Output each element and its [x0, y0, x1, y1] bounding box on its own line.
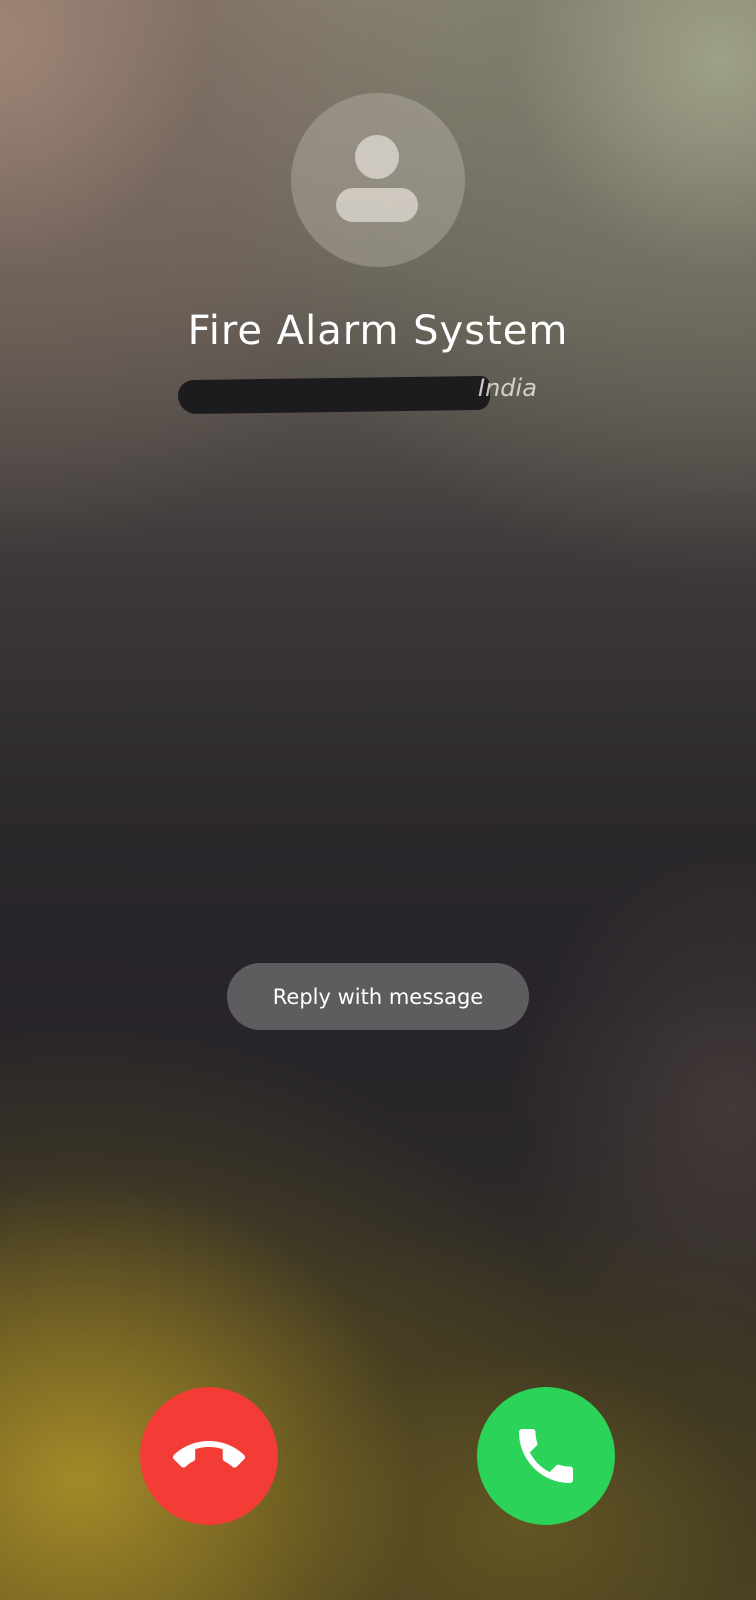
caller-avatar — [291, 93, 465, 267]
avatar-body-shape — [336, 188, 418, 222]
phone-hangup-icon — [173, 1441, 245, 1468]
caller-location: India — [478, 374, 537, 402]
caller-info-row: India — [0, 372, 756, 415]
decline-call-button[interactable] — [140, 1387, 278, 1525]
avatar-head-shape — [355, 135, 399, 179]
reply-with-message-button[interactable]: Reply with message — [227, 963, 529, 1030]
accept-call-button[interactable] — [477, 1387, 615, 1525]
redacted-phone-number-tail — [430, 396, 470, 410]
phone-icon — [519, 1429, 573, 1483]
caller-name: Fire Alarm System — [187, 308, 569, 354]
